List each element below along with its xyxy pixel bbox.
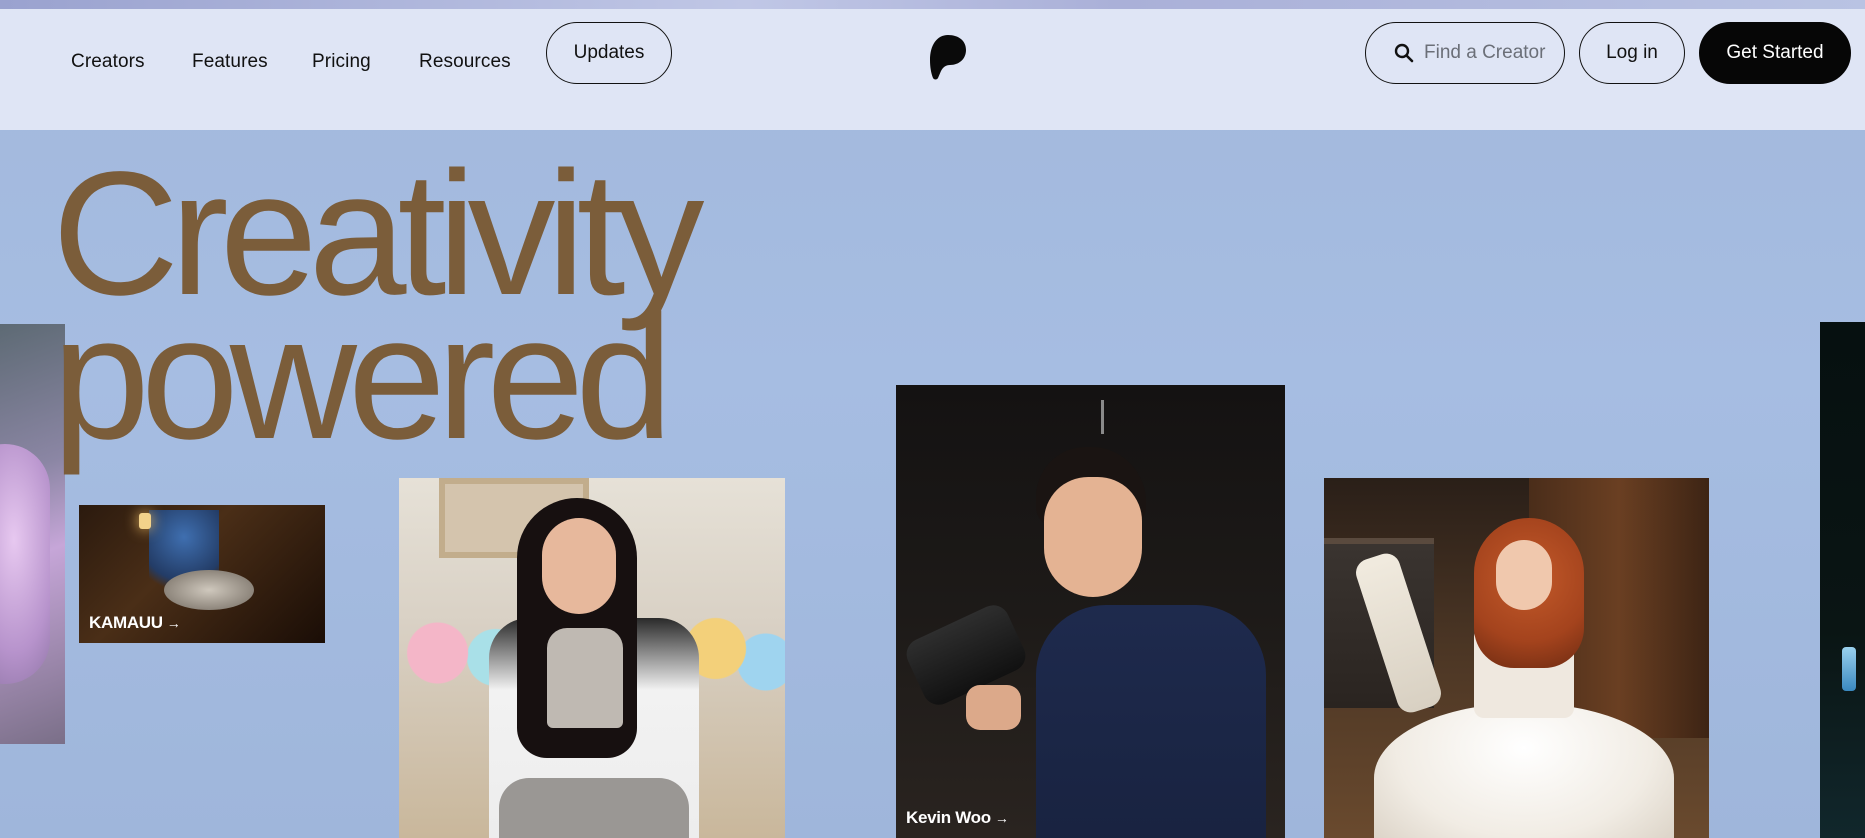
creator-card-woman-dress[interactable] <box>1324 478 1709 838</box>
arrow-right-icon: → <box>994 810 1009 826</box>
card-photo <box>0 444 50 684</box>
card-photo <box>1842 647 1856 691</box>
creator-name: KAMAUU <box>89 613 163 632</box>
card-photo <box>1036 605 1266 838</box>
creator-card-woman[interactable] <box>399 478 785 838</box>
nav-pricing[interactable]: Pricing <box>312 51 371 73</box>
creator-name: Kevin Woo <box>906 808 991 827</box>
page: Creators Features Pricing Resources Upda… <box>0 0 1865 838</box>
creator-card-kevin-woo[interactable]: Kevin Woo → <box>896 385 1285 838</box>
search-field[interactable]: Find a Creator <box>1365 22 1565 84</box>
search-placeholder: Find a Creator <box>1424 42 1546 63</box>
nav-creators[interactable]: Creators <box>71 51 145 73</box>
site-header: Creators Features Pricing Resources Upda… <box>0 9 1865 130</box>
hero-title-line-2: powered <box>52 280 673 476</box>
arrow-right-icon: → <box>166 615 181 631</box>
creator-card-partial-right[interactable] <box>1820 322 1865 838</box>
get-started-button[interactable]: Get Started <box>1699 22 1851 84</box>
top-strip <box>0 0 1865 9</box>
login-button[interactable]: Log in <box>1579 22 1685 84</box>
creator-card-kamauu[interactable]: KAMAUU → <box>79 505 325 643</box>
patreon-logo-icon[interactable] <box>928 33 968 81</box>
updates-button[interactable]: Updates <box>546 22 672 84</box>
search-icon <box>1394 43 1414 63</box>
nav-features[interactable]: Features <box>192 51 268 73</box>
creator-name-link[interactable]: Kevin Woo → <box>906 808 1009 828</box>
nav-resources[interactable]: Resources <box>419 51 511 73</box>
creator-name-link[interactable]: KAMAUU → <box>89 613 181 633</box>
